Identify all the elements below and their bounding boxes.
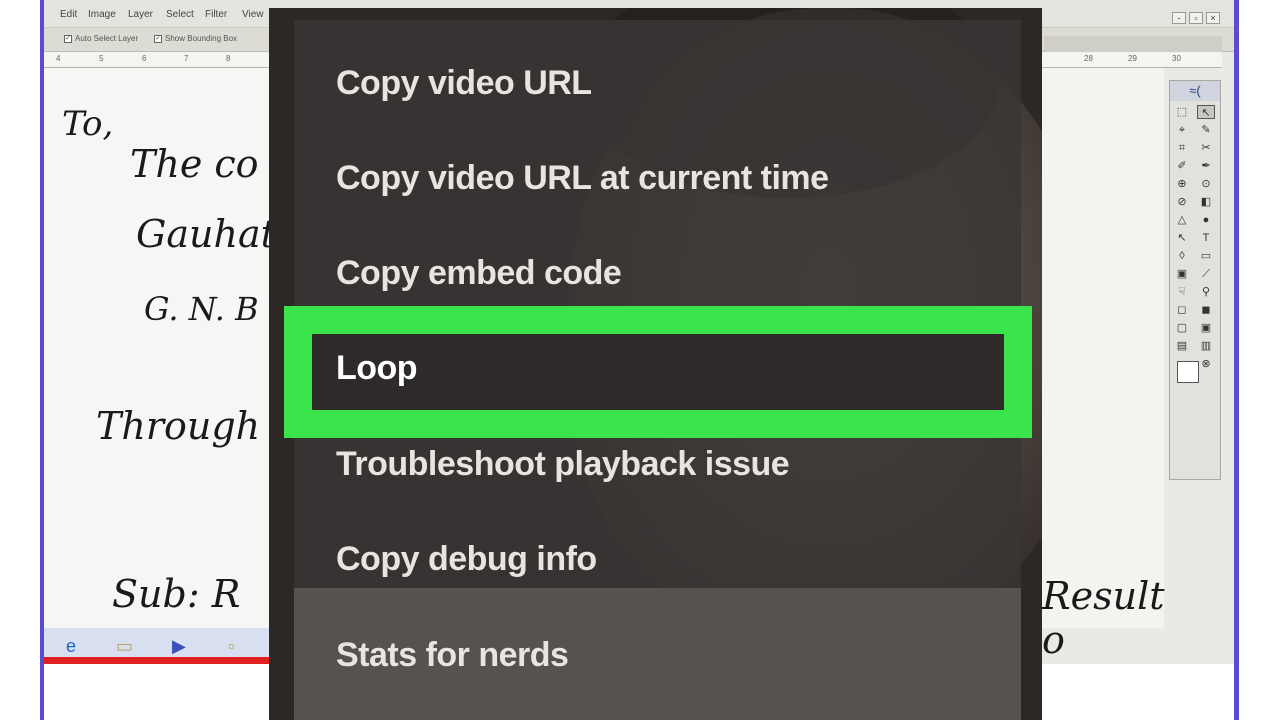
tool-icon[interactable]: ↖ [1197, 105, 1215, 119]
tool-icon[interactable]: ⚲ [1197, 285, 1215, 299]
menu-image[interactable]: Image [88, 9, 116, 20]
tool-icon[interactable]: △ [1173, 213, 1191, 227]
tool-icon[interactable]: ⊗ [1197, 357, 1215, 371]
document-canvas-right: Result o [1042, 68, 1165, 662]
ruler-tick: 28 [1084, 54, 1093, 63]
tool-icon[interactable]: ◧ [1197, 195, 1215, 209]
tool-icon[interactable]: ▥ [1197, 339, 1215, 353]
menu-filter[interactable]: Filter [205, 9, 227, 20]
tool-icon[interactable]: ↖ [1173, 231, 1191, 245]
minimize-button[interactable]: - [1172, 12, 1186, 24]
handwriting-gnb: G. N. B [144, 290, 259, 328]
tool-icon[interactable]: ◼ [1197, 303, 1215, 317]
tool-icon[interactable]: ◻ [1173, 303, 1191, 317]
loop-highlight-box [284, 306, 1032, 438]
handwriting-the-co: The co [130, 142, 259, 186]
checkbox-checked-icon: ✓ [154, 34, 162, 43]
tool-icon[interactable]: ✐ [1173, 159, 1191, 173]
handwriting-result: Result o [1042, 574, 1165, 662]
tool-icon[interactable]: ▣ [1197, 321, 1215, 335]
ruler-left: 4 5 6 7 8 [44, 52, 269, 68]
document-canvas-left: To, The co Gauhat G. N. B Through Sub: R [44, 68, 276, 628]
tool-icon[interactable]: ⬚ [1173, 105, 1191, 119]
maximize-button[interactable]: ▫ [1189, 12, 1203, 24]
ruler-right: 28 29 30 [1042, 52, 1222, 68]
tool-icon[interactable]: ▢ [1173, 321, 1191, 335]
tool-icon[interactable]: ⊕ [1173, 177, 1191, 191]
auto-select-layer-checkbox[interactable]: ✓ Auto Select Layer [64, 34, 138, 43]
show-bounding-box-label: Show Bounding Box [165, 34, 238, 43]
menu-item-copy-video-url[interactable]: Copy video URL [336, 64, 592, 103]
checkbox-checked-icon: ✓ [64, 34, 72, 43]
foreground-color-swatch[interactable] [1177, 361, 1199, 383]
tool-icon[interactable]: ⌖ [1173, 123, 1191, 137]
ruler-tick: 8 [226, 54, 231, 63]
menu-item-troubleshoot-playback[interactable]: Troubleshoot playback issue [336, 445, 790, 484]
tool-icon[interactable]: T [1197, 231, 1215, 245]
menu-item-copy-debug-info[interactable]: Copy debug info [336, 540, 597, 579]
tool-icon[interactable]: ✎ [1197, 123, 1215, 137]
tool-icon[interactable]: ● [1197, 213, 1215, 227]
handwriting-sub: Sub: R [112, 572, 241, 616]
menu-item-copy-video-url-at-time[interactable]: Copy video URL at current time [336, 159, 829, 198]
browser-icon[interactable]: e [66, 636, 76, 657]
menu-layer[interactable]: Layer [128, 9, 153, 20]
document-icon[interactable]: ▫ [228, 636, 234, 657]
tool-icon[interactable]: ▣ [1173, 267, 1191, 281]
frame-right-border [1234, 0, 1239, 720]
tool-icon[interactable]: ⊘ [1173, 195, 1191, 209]
handwriting-to: To, [62, 104, 114, 144]
tool-icon[interactable]: ▤ [1173, 339, 1191, 353]
tool-icon[interactable]: ⊙ [1197, 177, 1215, 191]
tool-icon[interactable]: ✒ [1197, 159, 1215, 173]
tool-icon[interactable]: ▭ [1197, 249, 1215, 263]
ruler-tick: 29 [1128, 54, 1137, 63]
toolbox-header: ≈( [1170, 81, 1220, 101]
tool-icon[interactable]: ⌗ [1173, 141, 1191, 155]
ruler-tick: 4 [56, 54, 61, 63]
tool-icon[interactable]: ☟ [1173, 285, 1191, 299]
tool-icon[interactable]: ⟋ [1197, 267, 1215, 281]
auto-select-layer-label: Auto Select Layer [75, 34, 139, 43]
menu-item-stats-for-nerds[interactable]: Stats for nerds [336, 636, 569, 675]
ruler-tick: 30 [1172, 54, 1181, 63]
handwriting-gauhat: Gauhat [136, 212, 276, 256]
video-progress-bar [44, 657, 269, 664]
ruler-tick: 5 [99, 54, 104, 63]
media-player-icon[interactable]: ▶ [172, 636, 186, 657]
window-controls: - ▫ × [1172, 12, 1220, 24]
tool-grid: ⬚↖⌖✎⌗✂✐✒⊕⊙⊘◧△●↖T◊▭▣⟋☟⚲◻◼▢▣▤▥⇥⊗ [1170, 101, 1220, 375]
menu-item-copy-embed-code[interactable]: Copy embed code [336, 254, 622, 293]
tool-icon[interactable]: ◊ [1173, 249, 1191, 263]
menu-select[interactable]: Select [166, 9, 194, 20]
menu-edit[interactable]: Edit [60, 9, 77, 20]
folder-icon[interactable]: ▭ [116, 636, 133, 657]
show-bounding-box-checkbox[interactable]: ✓ Show Bounding Box [154, 34, 237, 43]
tools-palette: ≈( ⬚↖⌖✎⌗✂✐✒⊕⊙⊘◧△●↖T◊▭▣⟋☟⚲◻◼▢▣▤▥⇥⊗ [1169, 80, 1221, 480]
ruler-tick: 6 [142, 54, 147, 63]
close-button[interactable]: × [1206, 12, 1220, 24]
ruler-tick: 7 [184, 54, 189, 63]
tool-icon[interactable]: ✂ [1197, 141, 1215, 155]
handwriting-through: Through [96, 404, 261, 448]
menu-view[interactable]: View [242, 9, 264, 20]
